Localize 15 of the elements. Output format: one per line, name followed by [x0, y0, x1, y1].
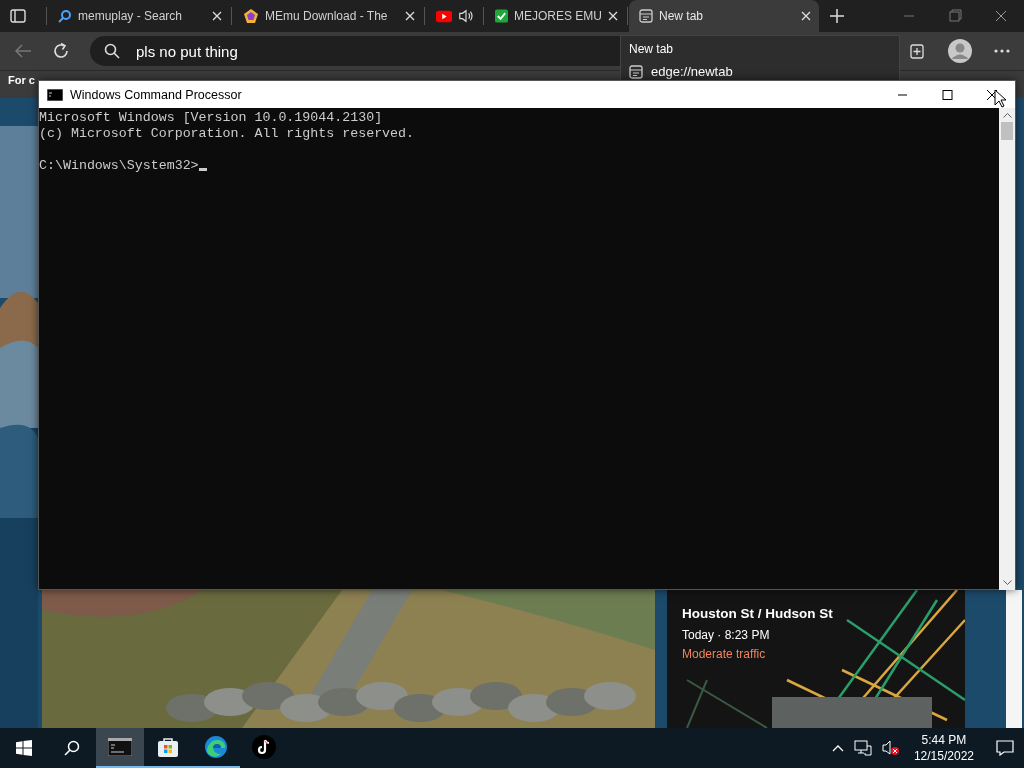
tab-title: New tab [659, 9, 704, 23]
console-line: Microsoft Windows [Version 10.0.19044.2130] [39, 110, 384, 126]
address-text: pls no put thing [136, 42, 238, 60]
tab-title: MEmu Download - The [265, 9, 388, 23]
preview-title: New tab [629, 42, 674, 56]
route-name: Houston St / Hudson St [682, 606, 834, 621]
console-line: (c) Microsoft Corporation. All rights reserved. [39, 126, 416, 142]
traffic-status: Moderate traffic [682, 647, 767, 661]
clock-date: 12/15/2022 [913, 748, 974, 764]
window-title: Windows Command Processor [70, 87, 242, 102]
clock-time: 5:44 PM [920, 732, 968, 748]
tab-title: MEJORES EMU [514, 9, 602, 23]
route-time: Today · 8:23 PM [682, 628, 771, 642]
tab-title: memuplay - Search [78, 9, 183, 23]
preview-url: edge://newtab [651, 64, 733, 79]
